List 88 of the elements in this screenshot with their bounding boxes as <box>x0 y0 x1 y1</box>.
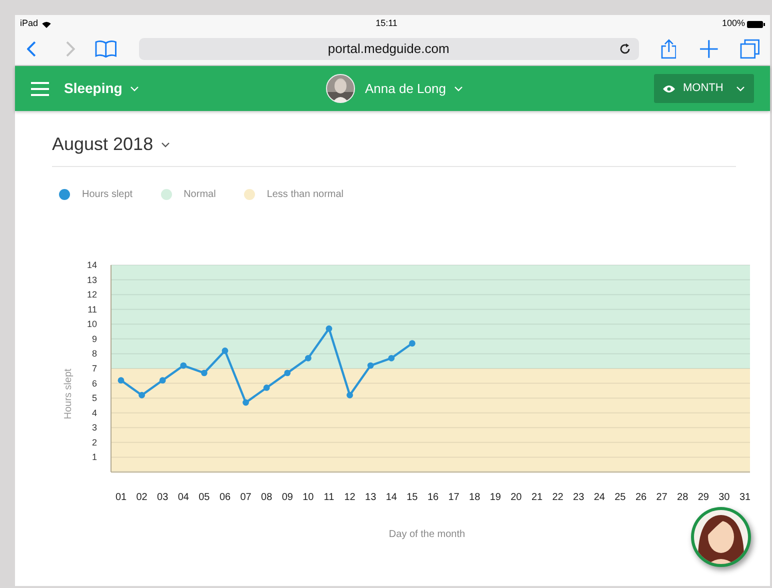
x-tick-label: 23 <box>573 492 584 503</box>
y-tick-label: 2 <box>92 437 97 448</box>
x-tick-label: 28 <box>677 492 688 503</box>
legend-label: Normal <box>184 188 216 202</box>
chevron-down-icon <box>161 142 170 148</box>
x-tick-label: 27 <box>656 492 668 503</box>
data-point <box>242 399 249 406</box>
data-point <box>159 377 166 384</box>
x-tick-label: 26 <box>635 492 647 503</box>
x-tick-label: 31 <box>739 492 750 503</box>
eye-icon <box>663 84 675 92</box>
x-tick-label: 02 <box>136 492 148 503</box>
x-tick-label: 05 <box>198 492 210 503</box>
x-tick-label: 12 <box>344 492 356 503</box>
x-tick-label: 17 <box>448 492 460 503</box>
y-tick-label: 8 <box>92 348 97 359</box>
y-axis-title: Hours slept <box>63 368 74 420</box>
x-tick-label: 01 <box>115 492 127 503</box>
x-tick-label: 30 <box>718 492 730 503</box>
data-point <box>222 348 228 354</box>
clock-time: 15:11 <box>376 17 398 30</box>
y-tick-label: 11 <box>88 304 97 314</box>
legend-label: Hours slept <box>82 188 133 202</box>
y-tick-label: 5 <box>92 393 97 404</box>
x-tick-label: 09 <box>282 492 293 503</box>
x-axis-title: Day of the month <box>388 529 466 540</box>
x-tick-label: 06 <box>219 492 231 503</box>
section-dropdown[interactable]: Sleeping <box>64 78 140 99</box>
x-tick-label: 14 <box>386 492 397 503</box>
y-tick-label: 6 <box>92 378 97 388</box>
menu-icon[interactable] <box>31 82 49 96</box>
x-tick-label: 29 <box>698 492 709 503</box>
x-tick-label: 07 <box>240 492 252 503</box>
share-icon[interactable] <box>660 39 676 59</box>
x-tick-label: 18 <box>469 492 480 503</box>
wifi-icon <box>42 20 52 28</box>
data-point <box>284 370 291 376</box>
x-tick-label: 25 <box>614 492 626 503</box>
x-tick-label: 03 <box>157 492 168 503</box>
battery-icon <box>747 20 765 28</box>
x-tick-label: 15 <box>406 492 418 503</box>
reload-icon[interactable] <box>618 43 631 55</box>
data-point <box>346 392 353 398</box>
x-tick-label: 08 <box>261 492 272 503</box>
data-point <box>118 377 124 384</box>
x-tick-label: 16 <box>427 492 439 503</box>
x-tick-label: 04 <box>178 492 189 503</box>
period-dropdown[interactable]: August 2018 <box>52 131 170 158</box>
y-tick-label: 1 <box>92 452 97 462</box>
data-point <box>367 362 374 369</box>
y-tick-label: 9 <box>92 334 97 344</box>
plus-icon[interactable] <box>700 40 718 58</box>
y-tick-label: 13 <box>86 274 97 285</box>
chevron-down-icon <box>736 86 745 92</box>
legend-label: Less than normal <box>266 188 344 202</box>
y-tick-label: 3 <box>92 422 97 433</box>
x-tick-label: 19 <box>490 492 501 503</box>
chevron-down-icon <box>454 86 463 92</box>
x-tick-label: 10 <box>302 492 314 503</box>
data-point <box>138 392 145 398</box>
data-point <box>201 370 208 376</box>
y-tick-label: 10 <box>86 319 97 330</box>
address-bar[interactable]: portal.medguide.com <box>138 38 639 60</box>
data-point <box>263 384 270 391</box>
chevron-down-icon <box>130 86 140 92</box>
x-tick-label: 20 <box>510 492 522 503</box>
data-point <box>388 354 395 362</box>
avatar-icon[interactable] <box>690 506 752 568</box>
data-point <box>409 340 416 347</box>
y-tick-label: 12 <box>86 290 97 300</box>
x-tick-label: 13 <box>365 492 376 503</box>
data-point <box>180 362 187 369</box>
y-tick-label: 7 <box>92 364 97 374</box>
book-icon[interactable] <box>94 40 117 58</box>
data-point <box>326 325 332 332</box>
x-tick-label: 11 <box>324 492 334 503</box>
y-tick-label: 4 <box>92 408 97 418</box>
device-name: iPad <box>20 17 38 30</box>
back-icon[interactable] <box>27 41 37 57</box>
x-tick-label: 24 <box>594 492 605 503</box>
tabs-icon[interactable] <box>740 39 760 59</box>
view-mode-dropdown[interactable]: MONTH <box>654 74 754 103</box>
battery-percent: 100% <box>722 17 745 30</box>
x-tick-label: 21 <box>531 492 543 503</box>
x-tick-label: 22 <box>552 492 564 503</box>
data-point <box>305 354 312 362</box>
y-tick-label: 14 <box>86 260 97 270</box>
user-dropdown[interactable]: Anna de Long <box>365 78 463 98</box>
